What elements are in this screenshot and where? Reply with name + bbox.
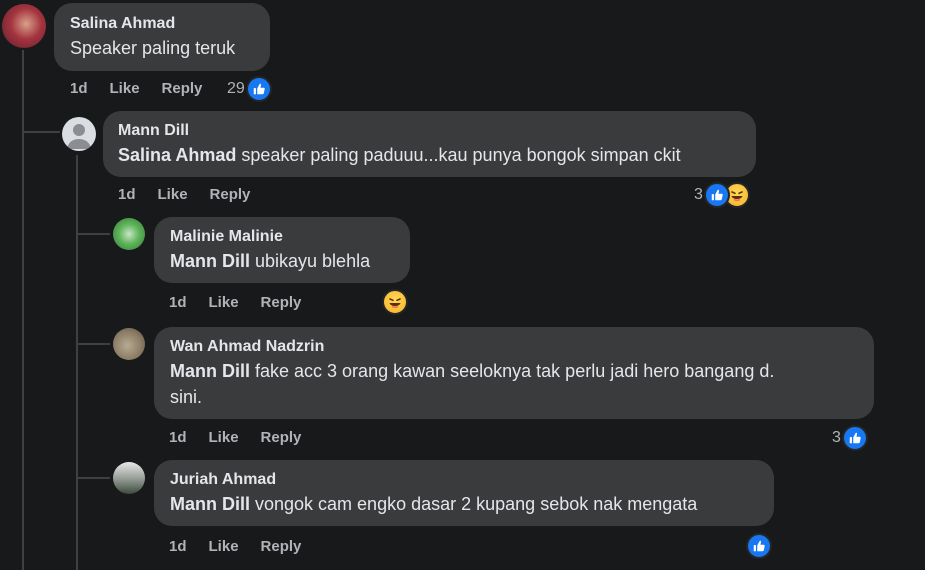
reaction-summary[interactable]	[746, 533, 772, 559]
avatar[interactable]	[62, 117, 96, 151]
thread-line-main	[22, 50, 24, 570]
comment-timestamp[interactable]: 1d	[70, 80, 88, 97]
like-button[interactable]: Like	[209, 294, 239, 311]
reaction-summary[interactable]	[382, 289, 408, 315]
reaction-count: 29	[227, 80, 245, 97]
comment-timestamp[interactable]: 1d	[169, 429, 187, 446]
comment-author[interactable]: Mann Dill	[118, 120, 741, 142]
like-button[interactable]: Like	[209, 538, 239, 555]
mention-link[interactable]: Salina Ahmad	[118, 145, 236, 165]
comment-text: Speaker paling teruk	[70, 38, 236, 58]
comment-body: vongok cam engko dasar 2 kupang sebok na…	[250, 494, 698, 514]
reaction-summary[interactable]: 3	[694, 182, 750, 208]
comment-text: Mann Dill vongok cam engko dasar 2 kupan…	[170, 491, 758, 517]
reply-button[interactable]: Reply	[261, 538, 302, 555]
comment-bubble: Mann Dill Salina Ahmad speaker paling pa…	[103, 111, 756, 177]
comment-timestamp[interactable]: 1d	[169, 294, 187, 311]
comment-text: Salina Ahmad speaker paling paduuu...kau…	[118, 142, 741, 168]
reaction-count: 3	[694, 186, 703, 203]
like-button[interactable]: Like	[110, 80, 140, 97]
comment-timestamp[interactable]: 1d	[118, 186, 136, 203]
comment-bubble: Salina Ahmad Speaker paling teruk	[54, 3, 270, 71]
thread-branch-connector-3	[78, 343, 110, 345]
thread-branch-connector-4	[78, 477, 110, 479]
comment-body: fake acc 3 orang kawan seeloknya tak per…	[250, 361, 775, 381]
reaction-summary[interactable]: 29	[227, 76, 272, 102]
comment-actions: 1d Like Reply	[169, 538, 301, 555]
thread-branch-connector-1	[24, 131, 60, 133]
reply-button[interactable]: Reply	[162, 80, 203, 97]
reply-button[interactable]: Reply	[261, 429, 302, 446]
reply-button[interactable]: Reply	[261, 294, 302, 311]
avatar[interactable]	[113, 218, 145, 250]
reaction-summary[interactable]: 3	[832, 425, 868, 451]
avatar[interactable]	[2, 4, 46, 48]
mention-link[interactable]: Mann Dill	[170, 494, 250, 514]
avatar[interactable]	[113, 462, 145, 494]
comment-bubble: Wan Ahmad Nadzrin Mann Dill fake acc 3 o…	[154, 327, 874, 419]
comment-thread: Salina Ahmad Speaker paling teruk 1d Lik…	[0, 0, 925, 570]
comment-actions: 1d Like Reply	[70, 80, 202, 97]
comment-body: speaker paling paduuu...kau punya bongok…	[236, 145, 681, 165]
comment-body: ubikayu blehla	[250, 251, 371, 271]
like-icon	[703, 182, 730, 208]
like-icon	[746, 533, 772, 559]
reaction-count: 3	[832, 429, 841, 446]
comment-author[interactable]: Juriah Ahmad	[170, 469, 758, 491]
comment-actions: 1d Like Reply	[169, 294, 301, 311]
mention-link[interactable]: Mann Dill	[170, 361, 250, 381]
comment-author[interactable]: Salina Ahmad	[70, 13, 254, 35]
comment-text: Mann Dill ubikayu blehla	[170, 248, 394, 274]
comment-bubble: Malinie Malinie Mann Dill ubikayu blehla	[154, 217, 410, 283]
thread-line-sub	[76, 155, 78, 570]
like-button[interactable]: Like	[209, 429, 239, 446]
comment-author[interactable]: Wan Ahmad Nadzrin	[170, 336, 858, 358]
mention-link[interactable]: Mann Dill	[170, 251, 250, 271]
like-icon	[245, 76, 272, 102]
comment-timestamp[interactable]: 1d	[169, 538, 187, 555]
comment-actions: 1d Like Reply	[169, 429, 301, 446]
comment-text: Mann Dill fake acc 3 orang kawan seelokn…	[170, 358, 858, 384]
comment-text-line2: sini.	[170, 387, 203, 407]
comment-actions: 1d Like Reply	[118, 186, 250, 203]
like-button[interactable]: Like	[158, 186, 188, 203]
haha-icon	[382, 289, 408, 315]
like-icon	[841, 425, 868, 451]
avatar[interactable]	[113, 328, 145, 360]
comment-bubble: Juriah Ahmad Mann Dill vongok cam engko …	[154, 460, 774, 526]
thread-branch-connector-2	[78, 233, 110, 235]
reply-button[interactable]: Reply	[210, 186, 251, 203]
comment-author[interactable]: Malinie Malinie	[170, 226, 394, 248]
